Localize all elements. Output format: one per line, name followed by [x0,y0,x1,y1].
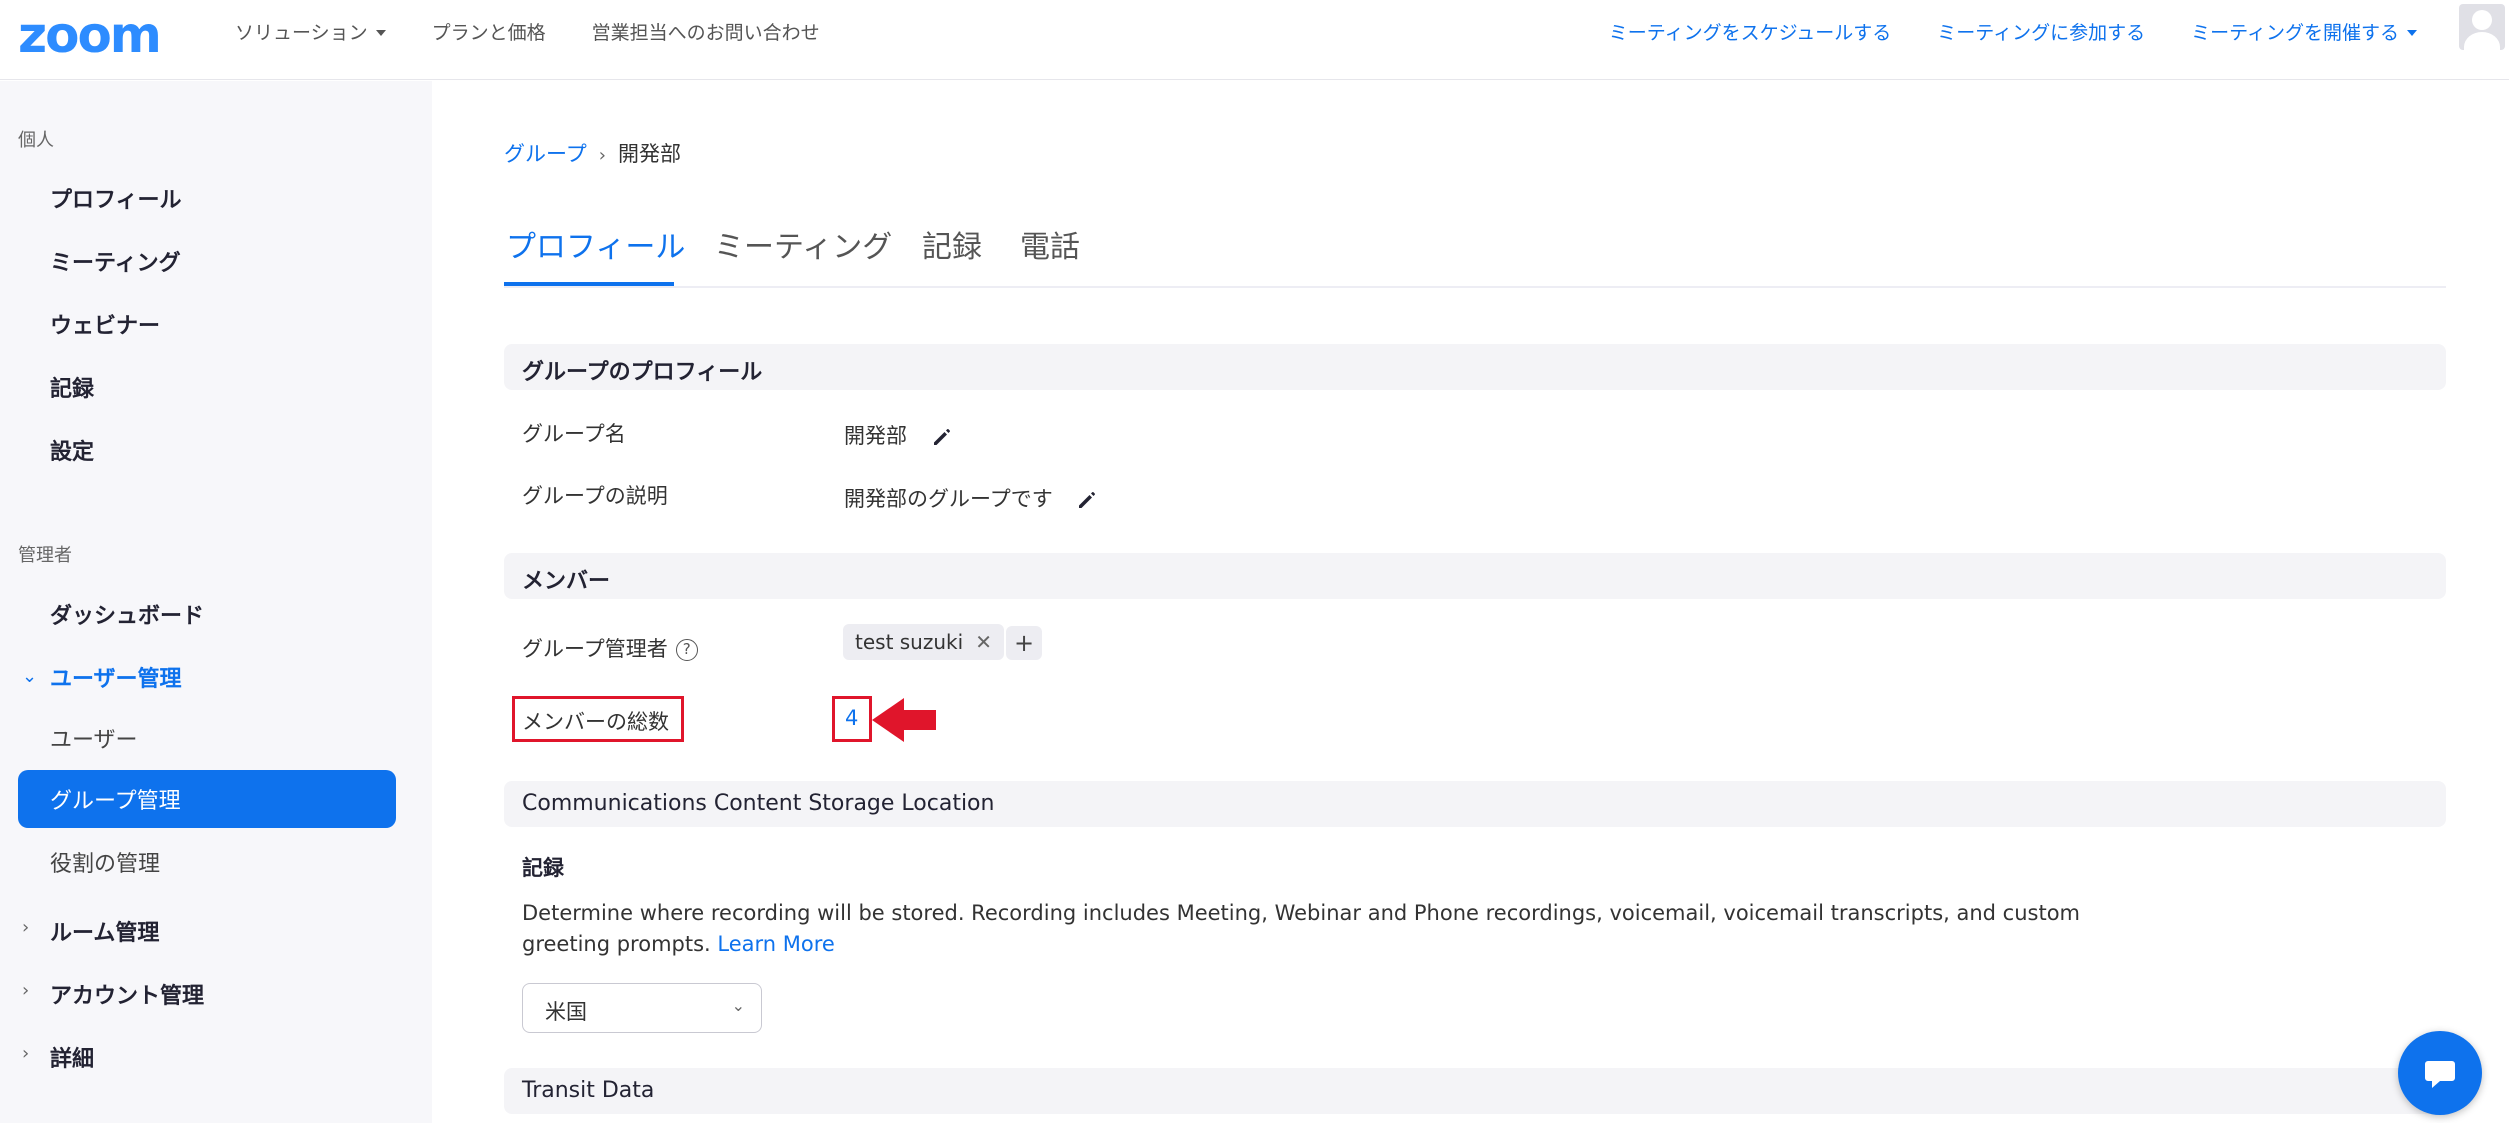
tab-meetings[interactable]: ミーティング [714,222,892,266]
schedule-meeting-link[interactable]: ミーティングをスケジュールする [1609,18,1892,45]
nav-solutions[interactable]: ソリューション [235,18,386,45]
group-name-label: グループ名 [522,422,626,446]
group-description-label: グループの説明 [522,484,668,508]
storage-description: Determine where recording will be stored… [522,901,2081,956]
pencil-icon[interactable] [932,427,952,447]
arrow-left-icon [872,698,936,742]
chevron-right-icon: › [598,145,606,166]
sidebar-section-admin: 管理者 [18,545,72,566]
tab-bar: プロフィール ミーティング 記録 電話 [504,222,2446,288]
sidebar-section-personal: 個人 [18,130,54,151]
top-nav-left: ソリューション プランと価格 営業担当へのお問い合わせ [235,0,820,62]
chevron-right-icon: › [22,917,30,938]
member-count-link[interactable]: 4 [845,706,858,730]
host-meeting-link[interactable]: ミーティングを開催する [2191,18,2417,45]
sidebar-item-users[interactable]: ユーザー [50,722,138,754]
members-header: メンバー [504,553,2446,599]
sidebar-item-meetings[interactable]: ミーティング [50,245,181,277]
sidebar-item-advanced[interactable]: 詳細 [50,1041,94,1073]
sidebar-item-room-management[interactable]: ルーム管理 [50,915,159,947]
storage-location-header: Communications Content Storage Location [504,781,2446,827]
sidebar-item-account-management[interactable]: アカウント管理 [50,978,204,1010]
breadcrumb: グループ › 開発部 [504,138,681,168]
group-name-value: 開発部 [844,420,952,450]
sidebar-item-recordings[interactable]: 記録 [50,371,94,403]
chevron-right-icon: › [22,980,30,1001]
tab-recordings[interactable]: 記録 [922,222,982,266]
tab-phone[interactable]: 電話 [1020,222,1080,266]
sidebar-item-dashboard[interactable]: ダッシュボード [50,598,204,630]
chevron-down-icon: ⌄ [731,996,745,1015]
storage-region-value: 米国 [545,1000,587,1024]
avatar[interactable] [2459,4,2505,50]
member-count-label: メンバーの総数 [522,710,669,734]
zoom-logo[interactable]: zoom [18,10,162,60]
join-meeting-link[interactable]: ミーティングに参加する [1937,18,2145,45]
sidebar-item-label: グループ管理 [50,789,181,814]
caret-down-icon [375,30,386,36]
transit-data-header: Transit Data [504,1068,2446,1114]
help-icon[interactable]: ? [675,639,698,661]
pencil-icon[interactable] [1077,490,1097,510]
sidebar: 個人 プロフィール ミーティング ウェビナー 記録 設定 管理者 ダッシュボード… [0,81,432,1123]
sidebar-item-profile[interactable]: プロフィール [50,182,182,214]
chevron-down-icon: ⌄ [22,666,38,687]
learn-more-link[interactable]: Learn More [717,932,834,956]
add-admin-button[interactable]: + [1006,626,1042,660]
chat-button[interactable] [2398,1031,2482,1115]
nav-plans-pricing[interactable]: プランと価格 [432,18,546,45]
group-description-value: 開発部のグループです [844,483,1097,513]
breadcrumb-current: 開発部 [617,142,681,166]
group-profile-header: グループのプロフィール [504,344,2446,390]
top-nav-right: ミーティングをスケジュールする ミーティングに参加する ミーティングを開催する [1609,0,2417,62]
close-icon[interactable]: ✕ [975,630,992,654]
sidebar-item-webinars[interactable]: ウェビナー [50,308,160,340]
storage-region-select[interactable]: 米国 ⌄ [522,983,762,1033]
sidebar-item-group-management[interactable]: グループ管理 [18,770,396,828]
sidebar-item-role-management[interactable]: 役割の管理 [50,846,160,878]
active-tab-indicator [504,282,674,286]
nav-contact-sales[interactable]: 営業担当へのお問い合わせ [592,18,820,45]
caret-down-icon [2407,30,2417,36]
chat-icon [2425,1061,2455,1088]
recording-subtitle: 記録 [522,856,564,880]
breadcrumb-groups-link[interactable]: グループ [504,142,587,166]
group-admin-label: グループ管理者? [522,633,698,663]
sidebar-item-user-management[interactable]: ユーザー管理 [50,661,182,693]
sidebar-item-settings[interactable]: 設定 [50,434,94,466]
tab-profile[interactable]: プロフィール [506,222,685,266]
top-bar: zoom ソリューション プランと価格 営業担当へのお問い合わせ ミーティングを… [0,0,2509,80]
chevron-right-icon: › [22,1043,30,1064]
admin-chip: test suzuki ✕ [843,624,1004,660]
